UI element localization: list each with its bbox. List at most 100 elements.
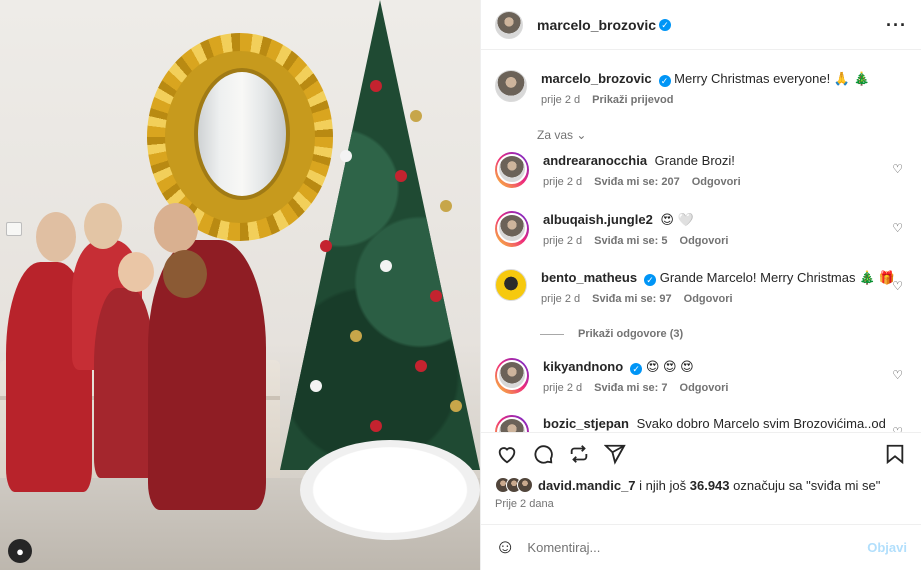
comment-time[interactable]: prije 2 d [543, 382, 582, 394]
post-comment-button[interactable]: Objavi [867, 540, 907, 555]
comment-time[interactable]: prije 2 d [543, 235, 582, 247]
ornament [340, 150, 352, 162]
comment-like-heart-icon[interactable]: ♡ [892, 279, 903, 293]
comment-like-heart-icon[interactable]: ♡ [892, 162, 903, 176]
person-boy-head [118, 252, 154, 292]
author-username[interactable]: marcelo_brozovic [537, 17, 656, 33]
comment-username[interactable]: bento_matheus [541, 270, 637, 285]
comment-username[interactable]: kikyandnono [543, 359, 623, 374]
person-woman-head [84, 203, 122, 249]
emoji-picker-icon[interactable]: ☺ [495, 536, 515, 559]
comment-username[interactable]: albuqaish.jungle2 [543, 212, 653, 227]
comments-list[interactable]: marcelo_brozovic ✓ Merry Christmas everyo… [481, 50, 921, 432]
send-icon[interactable] [603, 442, 627, 466]
reply-button[interactable]: Odgovori [680, 382, 729, 394]
ornament [415, 360, 427, 372]
comment-like-heart-icon[interactable]: ♡ [892, 368, 903, 382]
comment-icon[interactable] [531, 442, 555, 466]
post-header: marcelo_brozovic ✓ ··· [481, 0, 921, 50]
verified-badge-icon: ✓ [659, 18, 672, 31]
post-photo[interactable]: ● [0, 0, 480, 570]
likes-count[interactable]: 36.943 [690, 478, 730, 493]
likes-summary: david.mandic_7 i njih još 36.943 označuj… [481, 474, 921, 494]
reply-button[interactable]: Odgovori [680, 235, 729, 247]
verified-badge-icon: ✓ [630, 363, 643, 375]
mirror [194, 68, 290, 200]
like-heart-icon[interactable] [495, 442, 519, 466]
bookmark-icon[interactable] [883, 442, 907, 466]
tagged-users-icon[interactable]: ● [8, 539, 32, 563]
view-replies-label: Prikaži odgovore (3) [578, 328, 684, 340]
author-avatar[interactable] [495, 10, 523, 39]
caption-text: Merry Christmas everyone! 🙏 🎄 [674, 71, 870, 86]
comments-filter-dropdown[interactable]: Za vas ⌄ [537, 128, 586, 142]
comment-input[interactable] [527, 540, 868, 555]
tree-skirt [300, 440, 480, 540]
repost-icon[interactable] [567, 442, 591, 466]
comment-text: 😍 🤍 [660, 212, 694, 227]
ornament [450, 400, 462, 412]
person-boy [94, 288, 154, 478]
likes-suffix-text: označuju sa "sviđa mi se" [729, 477, 881, 493]
comment-text: Grande Brozi! [654, 153, 735, 168]
comment-time[interactable]: prije 2 d [543, 176, 582, 188]
ornament [440, 200, 452, 212]
comment-like-heart-icon[interactable]: ♡ [892, 425, 903, 432]
ornament [310, 380, 322, 392]
likes-middle-text: i njih još [635, 477, 690, 493]
comment-avatar[interactable] [497, 417, 527, 432]
more-options-icon[interactable]: ··· [886, 16, 907, 34]
ornament [320, 240, 332, 252]
comment-row: bento_matheus ✓ Grande Marcelo! Merry Chr… [495, 269, 907, 305]
person-girl-head [36, 212, 76, 262]
comment-username[interactable]: andrearanocchia [543, 153, 647, 168]
comment-text: Grande Marcelo! Merry Christmas 🎄 🎁 [659, 270, 896, 285]
comment-username[interactable]: bozic_stjepan [543, 416, 629, 431]
comment-text: 😍 😍 😍 [645, 359, 694, 374]
caption-username[interactable]: marcelo_brozovic [541, 71, 652, 86]
comment-avatar[interactable] [497, 213, 527, 243]
liker-avatar[interactable] [517, 477, 533, 493]
verified-badge-icon: ✓ [644, 274, 657, 286]
ornament [410, 110, 422, 122]
comment-likes-count[interactable]: Sviđa mi se: 5 [594, 235, 667, 247]
comment-likes-count[interactable]: Sviđa mi se: 7 [594, 382, 667, 394]
wall-switch [6, 222, 22, 236]
chevron-down-icon: ⌄ [576, 128, 587, 142]
comment-likes-count[interactable]: Sviđa mi se: 207 [594, 176, 680, 188]
ornament [380, 260, 392, 272]
reply-button[interactable]: Odgovori [684, 293, 733, 305]
view-replies-button[interactable]: Prikaži odgovore (3) [540, 328, 683, 340]
person-man-head [154, 203, 198, 253]
comment-likes-count[interactable]: Sviđa mi se: 97 [592, 293, 672, 305]
comment-avatar[interactable] [495, 269, 527, 301]
ornament [370, 80, 382, 92]
translate-link[interactable]: Prikaži prijevod [592, 94, 673, 106]
liker-username[interactable]: david.mandic_7 [538, 478, 636, 493]
comments-filter-label: Za vas [537, 128, 574, 142]
ornament [395, 170, 407, 182]
replies-divider [540, 333, 564, 335]
comment-row: andrearanocchia Grande Brozi! prije 2 d … [495, 152, 907, 188]
ornament [370, 420, 382, 432]
comment-like-heart-icon[interactable]: ♡ [892, 221, 903, 235]
post-date[interactable]: Prije 2 dana [481, 494, 921, 516]
caption-avatar[interactable] [495, 70, 527, 102]
comment-avatar[interactable] [497, 360, 527, 390]
comment-row: bozic_stjepan Svako dobro Marcelo svim B… [495, 415, 907, 432]
comment-row: albuqaish.jungle2 😍 🤍 prije 2 d Sviđa mi… [495, 211, 907, 247]
comment-avatar[interactable] [497, 154, 527, 184]
comment-row: kikyandnono ✓ 😍 😍 😍 prije 2 d Sviđa mi se… [495, 358, 907, 394]
post-viewer: ● marcelo_brozovic ✓ ··· marcelo_brozovi… [0, 0, 921, 570]
verified-badge-icon: ✓ [658, 75, 671, 87]
dog [163, 250, 207, 298]
caption-row: marcelo_brozovic ✓ Merry Christmas everyo… [495, 70, 907, 106]
ornament [350, 330, 362, 342]
ornament [430, 290, 442, 302]
reply-button[interactable]: Odgovori [692, 176, 741, 188]
caption-time[interactable]: prije 2 d [541, 94, 580, 106]
post-action-bar [481, 432, 921, 474]
comment-time[interactable]: prije 2 d [541, 293, 580, 305]
post-side-panel: marcelo_brozovic ✓ ··· marcelo_brozovic ✓… [480, 0, 921, 570]
comment-composer: ☺ Objavi [481, 524, 921, 570]
